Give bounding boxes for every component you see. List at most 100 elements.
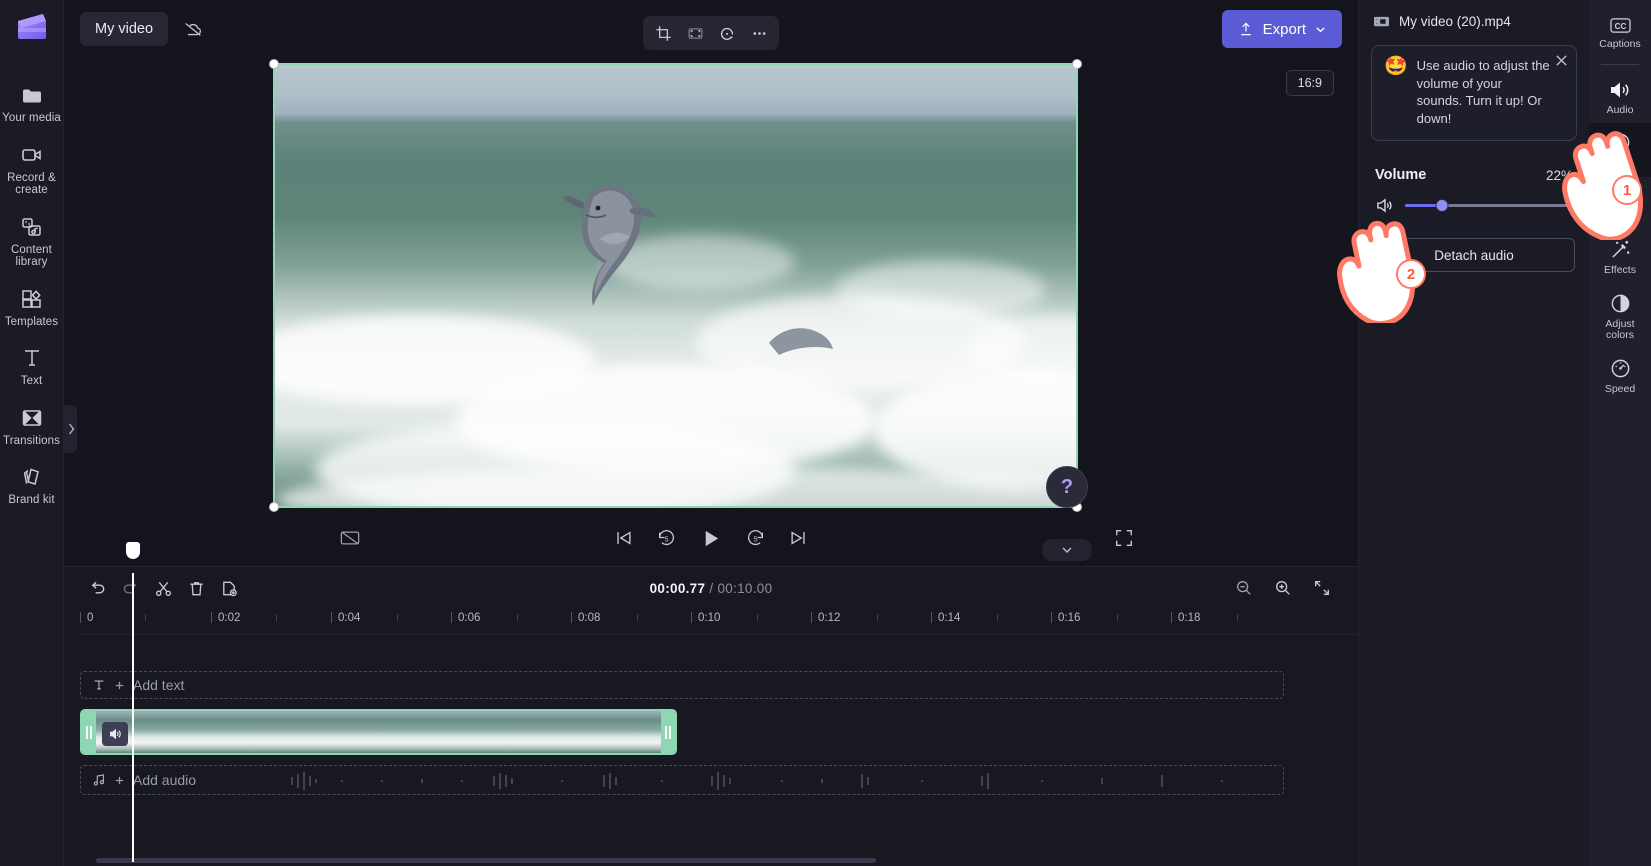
resize-handle-top-left[interactable] (269, 59, 279, 69)
rewind-5-icon[interactable]: 5 (656, 527, 678, 549)
delete-icon[interactable] (181, 573, 211, 603)
tip-emoji: 🤩 (1384, 56, 1408, 77)
duplicate-icon[interactable] (214, 573, 244, 603)
app-root: Your media Record & create Content libra… (0, 0, 1651, 866)
tab-label: Filters (1605, 210, 1635, 223)
play-icon[interactable] (700, 527, 723, 550)
speaker-wave-icon[interactable] (1375, 197, 1394, 214)
ruler-label: 0:18 (1178, 612, 1201, 624)
zoom-out-icon[interactable] (1229, 573, 1259, 603)
sidebar-item-transitions[interactable]: Transitions (0, 397, 64, 457)
resize-handle-bottom-left[interactable] (269, 502, 279, 512)
add-audio-label: Add audio (133, 772, 197, 788)
undo-icon[interactable] (82, 573, 112, 603)
sidebar-item-text[interactable]: Text (0, 337, 64, 397)
upload-icon (1238, 21, 1254, 37)
sidebar-item-label: Your media (2, 112, 61, 124)
timeline-scrollbar[interactable] (96, 858, 876, 863)
close-icon[interactable] (1555, 54, 1568, 67)
cloud-off-icon[interactable] (176, 12, 210, 46)
help-button[interactable]: ? (1046, 466, 1088, 508)
text-T-icon (92, 678, 106, 692)
tab-label: Audio (1606, 103, 1634, 116)
video-preview (275, 65, 1076, 506)
fade-icon (1609, 131, 1632, 154)
time-separator: / (705, 580, 718, 596)
sidebar-item-label: Templates (4, 315, 59, 328)
tab-fade[interactable]: Fade (1589, 123, 1651, 177)
cc-icon: CC (1609, 16, 1632, 35)
fit-icon[interactable] (680, 19, 710, 47)
skip-end-icon[interactable] (789, 528, 809, 548)
text-icon (20, 346, 44, 370)
timeline-ruler[interactable]: 0 0:02 0:04 0:06 0:08 0:10 0:12 0:14 0:1… (80, 609, 1358, 635)
split-icon[interactable] (148, 573, 178, 603)
sidebar-item-content-library[interactable]: Content library (0, 206, 64, 278)
tab-captions[interactable]: CC Captions (1589, 8, 1651, 58)
tab-label: Speed (1604, 382, 1636, 395)
sidebar-item-brand-kit[interactable]: Brand kit (0, 456, 64, 516)
collapse-panel-button[interactable] (1042, 539, 1092, 561)
clip-trim-left[interactable] (82, 711, 96, 753)
crop-icon[interactable] (648, 19, 678, 47)
redo-icon[interactable] (115, 573, 145, 603)
speaker-wave-icon (1608, 79, 1632, 101)
timeline-playhead[interactable] (126, 542, 140, 862)
clip-trim-right[interactable] (661, 711, 675, 753)
export-label: Export (1262, 20, 1306, 38)
project-title-button[interactable]: My video (80, 12, 169, 46)
volume-slider[interactable] (1405, 199, 1573, 212)
volume-slider-knob (1435, 199, 1449, 212)
sidebar-item-label: Text (20, 375, 43, 387)
tab-audio[interactable]: Audio (1589, 71, 1651, 124)
plus-icon (114, 680, 125, 691)
skip-start-icon[interactable] (614, 528, 634, 548)
tab-label: Adjust colors (1605, 317, 1635, 341)
tip-card: 🤩 Use audio to adjust the volume of your… (1371, 45, 1577, 141)
zoom-in-icon[interactable] (1268, 573, 1298, 603)
export-button[interactable]: Export (1221, 10, 1342, 48)
ruler-label: 0:16 (1058, 612, 1081, 624)
video-camera-icon (20, 143, 44, 167)
speaker-icon[interactable] (102, 722, 128, 746)
chevron-down-icon (1315, 24, 1326, 35)
brand-kit-icon (20, 465, 44, 489)
video-clip[interactable] (80, 709, 677, 755)
add-audio-track[interactable]: Add audio (80, 765, 1284, 795)
timeline-toolbar: 00:00.77 / 00:10.00 (64, 567, 1358, 609)
volume-row: Volume 22% (1359, 141, 1589, 183)
step-badge-1: 1 (1612, 175, 1642, 205)
fullscreen-icon[interactable] (1114, 528, 1134, 548)
captions-off-icon[interactable] (339, 528, 361, 548)
volume-value: 22% (1545, 167, 1573, 183)
left-sidebar: Your media Record & create Content libra… (0, 0, 64, 866)
sidebar-item-your-media[interactable]: Your media (0, 74, 64, 134)
top-toolbar: My video Export (64, 0, 1358, 58)
add-text-track[interactable]: Add text (80, 671, 1284, 699)
forward-5-icon[interactable]: 5 (745, 527, 767, 549)
music-note-icon (92, 773, 106, 787)
effects-wand-icon (1609, 238, 1632, 261)
tab-adjust-colors[interactable]: Adjust colors (1589, 284, 1651, 349)
sidebar-item-templates[interactable]: Templates (0, 278, 64, 338)
tab-effects[interactable]: Effects (1589, 230, 1651, 284)
volume-slider-row (1359, 183, 1589, 214)
property-tab-rail: CC Captions Audio Fade Filters Effects A… (1589, 0, 1651, 866)
more-icon[interactable] (744, 19, 774, 47)
rotate-icon[interactable] (712, 19, 742, 47)
tab-speed[interactable]: Speed (1589, 349, 1651, 403)
contrast-icon (1609, 292, 1632, 315)
tab-label: Captions (1599, 38, 1641, 50)
playhead-knob[interactable] (126, 542, 140, 559)
aspect-ratio-chip[interactable]: 16:9 (1285, 70, 1334, 96)
tab-label: Effects (1604, 264, 1636, 276)
collapse-left-handle[interactable] (64, 405, 77, 453)
resize-handle-top-right[interactable] (1072, 59, 1082, 69)
current-time: 00:00.77 (649, 580, 706, 596)
video-stage[interactable] (269, 59, 1082, 512)
fit-timeline-icon[interactable] (1307, 573, 1337, 603)
sidebar-item-record-create[interactable]: Record & create (0, 134, 64, 206)
ruler-label: 0:06 (458, 612, 481, 624)
center-column: My video Export 16:9 5 5 ? 00:00.77 / 00… (64, 0, 1358, 866)
help-label: ? (1060, 475, 1074, 498)
